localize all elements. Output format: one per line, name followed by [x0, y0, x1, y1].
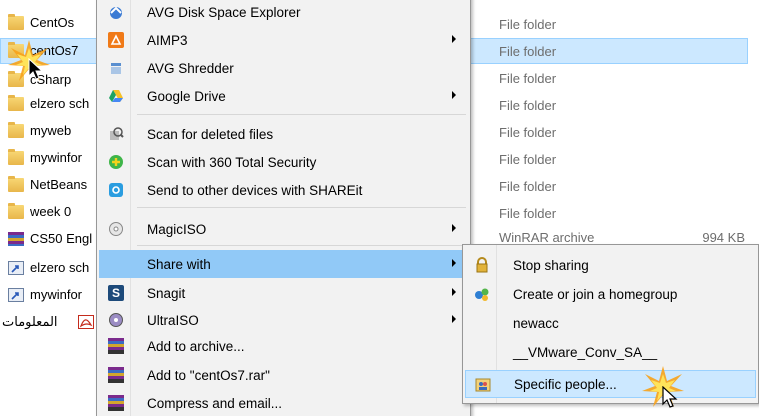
- magiciso-icon: [108, 221, 124, 237]
- file-name: CentOs: [30, 15, 75, 30]
- menu-item-magiciso[interactable]: MagicISO: [99, 215, 468, 243]
- submenu-arrow-icon: [452, 315, 456, 323]
- submenu-arrow-icon: [452, 35, 456, 43]
- lock-icon: [474, 257, 490, 273]
- menu-item-scan-360[interactable]: Scan with 360 Total Security: [99, 148, 468, 176]
- menu-item-add-to-archive[interactable]: Add to archive...: [99, 332, 468, 360]
- folder-icon: [8, 149, 24, 165]
- file-name: elzero sch: [30, 260, 90, 275]
- menu-separator: [137, 207, 466, 208]
- winrar-icon: [108, 338, 124, 354]
- winrar-icon: [108, 395, 124, 411]
- folder-icon: [8, 203, 24, 219]
- menu-item-avg-disk-space-explorer[interactable]: AVG Disk Space Explorer: [99, 0, 468, 26]
- file-size: 994 KB: [702, 230, 745, 245]
- menu-item-shareit[interactable]: Send to other devices with SHAREit: [99, 176, 468, 204]
- shredder-icon: [108, 60, 124, 76]
- share-with-submenu: Stop sharing Create or join a homegroup …: [462, 244, 759, 404]
- aimp-icon: [108, 32, 124, 48]
- total-security-icon: [108, 154, 124, 170]
- file-type: File folder: [499, 206, 557, 221]
- menu-item-compress-and-email[interactable]: Compress and email...: [99, 389, 468, 416]
- file-type: WinRAR archive: [499, 230, 595, 245]
- submenu-item-specific-people[interactable]: Specific people...: [465, 370, 756, 398]
- submenu-arrow-icon: [452, 91, 456, 99]
- google-drive-icon: [108, 88, 124, 104]
- submenu-arrow-icon: [452, 288, 456, 296]
- submenu-arrow-icon: [452, 224, 456, 232]
- file-type: File folder: [499, 17, 557, 32]
- scan-deleted-icon: [108, 126, 124, 142]
- snagit-icon: S: [108, 285, 124, 301]
- avg-disk-icon: [108, 4, 124, 20]
- file-name: المعلومات: [2, 314, 58, 329]
- mouse-pointer-icon: [28, 58, 44, 80]
- submenu-item-newacc[interactable]: newacc: [465, 309, 756, 337]
- menu-item-scan-deleted-files[interactable]: Scan for deleted files: [99, 120, 468, 148]
- menu-item-add-to-rar[interactable]: Add to "centOs7.rar": [99, 361, 468, 389]
- file-type: File folder: [499, 125, 557, 140]
- shortcut-icon: [8, 288, 24, 302]
- shortcut-icon: [8, 261, 24, 275]
- file-name: CS50 Engl: [30, 231, 93, 246]
- submenu-item-stop-sharing[interactable]: Stop sharing: [465, 251, 756, 279]
- folder-icon: [8, 122, 24, 138]
- file-type: File folder: [499, 44, 557, 59]
- mouse-pointer-icon: [662, 386, 678, 408]
- file-name: mywinfor: [30, 150, 83, 165]
- submenu-arrow-icon: [452, 259, 456, 267]
- file-name: NetBeans: [30, 177, 88, 192]
- file-name: elzero sch: [30, 96, 90, 111]
- file-type: File folder: [499, 71, 557, 86]
- folder-icon: [8, 95, 24, 111]
- winrar-icon: [8, 232, 24, 246]
- folder-icon: [8, 14, 24, 30]
- menu-item-avg-shredder[interactable]: AVG Shredder: [99, 54, 468, 82]
- file-name: myweb: [30, 123, 72, 138]
- pdf-icon: [78, 315, 94, 329]
- homegroup-icon: [474, 286, 490, 302]
- menu-separator: [137, 245, 466, 246]
- shareit-icon: [108, 182, 124, 198]
- file-name: week 0: [30, 204, 72, 219]
- menu-separator: [137, 114, 466, 115]
- submenu-item-vmware-conv[interactable]: __VMware_Conv_SA__: [465, 338, 756, 366]
- submenu-item-homegroup[interactable]: Create or join a homegroup: [465, 280, 756, 308]
- menu-item-share-with[interactable]: Share with: [99, 250, 468, 278]
- people-icon: [475, 377, 491, 393]
- ultraiso-icon: [108, 312, 124, 328]
- file-name: mywinfor: [30, 287, 83, 302]
- menu-item-ultraiso[interactable]: UltraISO: [99, 306, 468, 334]
- file-type: File folder: [499, 152, 557, 167]
- winrar-icon: [108, 367, 124, 383]
- context-menu: AVG Disk Space Explorer AIMP3 AVG Shredd…: [96, 0, 471, 416]
- folder-icon: [8, 176, 24, 192]
- menu-item-aimp3[interactable]: AIMP3: [99, 26, 468, 54]
- menu-item-snagit[interactable]: S Snagit: [99, 279, 468, 307]
- menu-item-google-drive[interactable]: Google Drive: [99, 82, 468, 110]
- file-type: File folder: [499, 98, 557, 113]
- file-type: File folder: [499, 179, 557, 194]
